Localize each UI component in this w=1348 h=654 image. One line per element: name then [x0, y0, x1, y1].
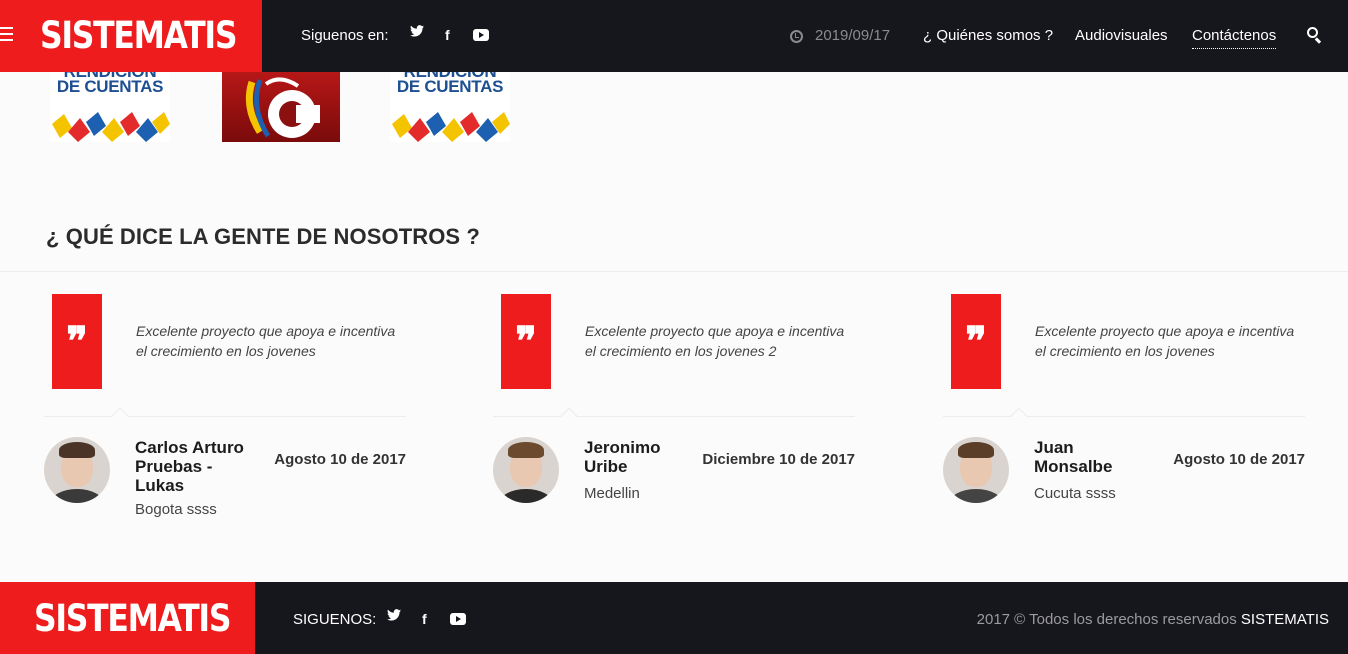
top-navbar: SISTEMATIS Siguenos en: f 2019/09/17 ¿ Q… — [0, 0, 1348, 72]
quote-badge: ❞ — [52, 294, 102, 389]
menu-icon[interactable] — [0, 27, 14, 43]
testimonial-author: Carlos Arturo Pruebas - Lukas — [135, 438, 244, 495]
speech-notch — [111, 407, 129, 425]
logo-block[interactable]: SISTEMATIS — [0, 0, 262, 72]
rendicion-cuentas-art — [392, 112, 510, 142]
testimonial-quote: Excelente proyecto que apoya e incentiva… — [585, 323, 845, 359]
footer-logo-block[interactable]: SISTEMATIS — [0, 582, 255, 654]
youtube-icon[interactable] — [450, 613, 466, 625]
testimonial-author: Jeronimo Uribe — [584, 438, 661, 476]
testimonial-quote: Excelente proyecto que apoya e incentiva… — [1035, 323, 1295, 359]
nav-audiovisuales[interactable]: Audiovisuales — [1075, 26, 1168, 46]
nav-quienes-somos[interactable]: ¿ Quiénes somos ? — [923, 26, 1053, 46]
testimonial-date: Agosto 10 de 2017 — [274, 451, 406, 468]
facebook-icon[interactable]: f — [445, 25, 450, 45]
facebook-icon[interactable]: f — [422, 609, 427, 629]
copyright: 2017 © Todos los derechos reservados SIS… — [977, 610, 1329, 630]
quote-icon: ❞ — [515, 318, 537, 365]
partner-logo-text: DE CUENTAS — [56, 77, 164, 96]
testimonial-card: ❞ Excelente proyecto que apoya e incenti… — [943, 294, 1305, 524]
c-channel-art — [245, 77, 320, 138]
section-title: ¿ QUÉ DICE LA GENTE DE NOSOTROS ? — [46, 224, 480, 249]
testimonial-city: Bogota ssss — [135, 501, 217, 518]
testimonial-card: ❞ Excelente proyecto que apoya e incenti… — [44, 294, 406, 524]
card-divider — [44, 416, 406, 417]
footer-follow-label: SIGUENOS: — [293, 611, 377, 628]
partner-logo-c-channel[interactable] — [222, 72, 340, 142]
testimonial-city: Medellin — [584, 485, 640, 502]
quote-icon: ❞ — [66, 318, 88, 365]
twitter-icon[interactable] — [387, 609, 401, 621]
avatar — [943, 437, 1009, 503]
testimonial-date: Diciembre 10 de 2017 — [702, 451, 855, 468]
clock-icon — [790, 29, 803, 43]
footer-logo[interactable]: SISTEMATIS — [34, 595, 231, 643]
twitter-icon[interactable] — [410, 25, 424, 37]
date-text: 2019/09/17 — [815, 27, 891, 44]
card-divider — [493, 416, 855, 417]
copyright-brand[interactable]: SISTEMATIS — [1241, 611, 1329, 628]
testimonial-author: Juan Monsalbe — [1034, 438, 1113, 476]
current-date: 2019/09/17 — [790, 26, 890, 46]
testimonial-date: Agosto 10 de 2017 — [1173, 451, 1305, 468]
footer: SISTEMATIS SIGUENOS: f 2017 © Todos los … — [0, 582, 1348, 654]
site-logo[interactable]: SISTEMATIS — [40, 12, 237, 60]
partner-logo-text: DE CUENTAS — [396, 77, 504, 96]
follow-label: Siguenos en: — [301, 27, 389, 44]
testimonial-card: ❞ Excelente proyecto que apoya e incenti… — [493, 294, 855, 524]
avatar — [44, 437, 110, 503]
copyright-text: 2017 © Todos los derechos reservados — [976, 611, 1237, 628]
card-divider — [943, 416, 1305, 417]
testimonial-city: Cucuta ssss — [1034, 485, 1116, 502]
partner-logo-rendicion-cuentas[interactable]: RENDICIÓN DE CUENTAS — [390, 72, 510, 142]
partner-logo-rendicion-cuentas[interactable]: RENDICIÓN DE CUENTAS — [50, 72, 170, 142]
quote-icon: ❞ — [965, 318, 987, 365]
nav-contactenos[interactable]: Contáctenos — [1192, 26, 1277, 49]
section-divider — [0, 271, 1348, 272]
avatar — [493, 437, 559, 503]
quote-badge: ❞ — [501, 294, 551, 389]
search-icon[interactable] — [1307, 27, 1322, 44]
rendicion-cuentas-art — [52, 112, 170, 142]
speech-notch — [1010, 407, 1028, 425]
testimonial-quote: Excelente proyecto que apoya e incentiva… — [136, 323, 396, 359]
speech-notch — [560, 407, 578, 425]
quote-badge: ❞ — [951, 294, 1001, 389]
youtube-icon[interactable] — [473, 29, 489, 41]
